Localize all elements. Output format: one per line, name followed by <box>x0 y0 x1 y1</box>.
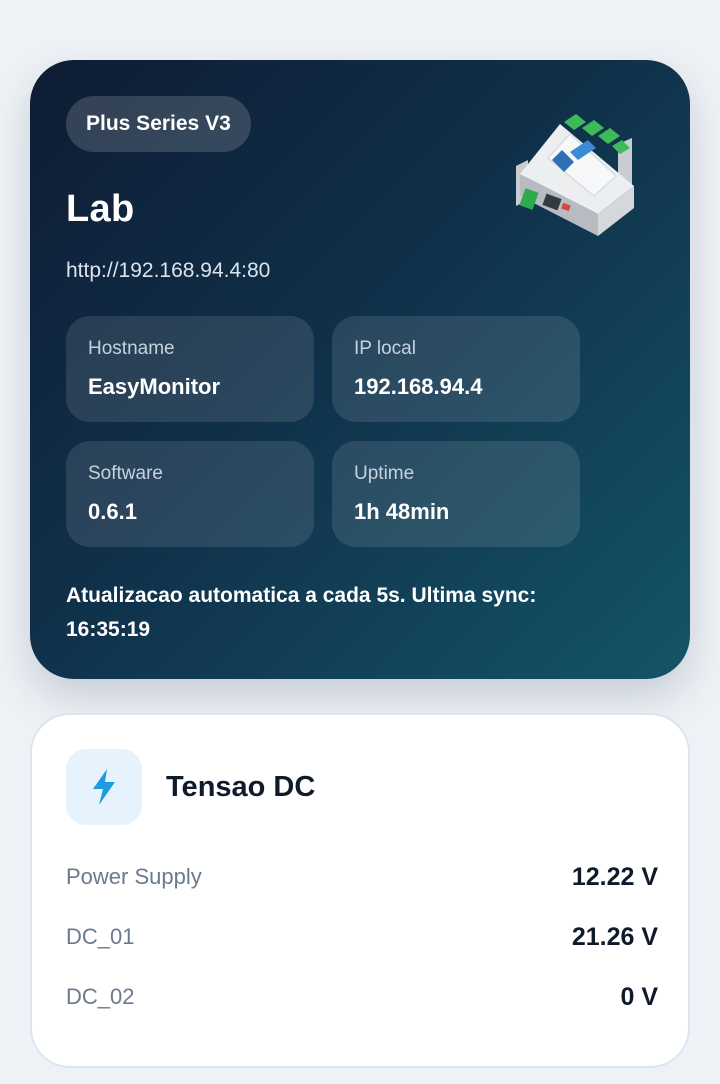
voltage-value: 0 V <box>620 982 658 1011</box>
info-label: Hostname <box>88 338 175 359</box>
info-value: 1h 48min <box>354 499 450 524</box>
device-header-card: Plus Series V3 Lab http://192.168.94.4:8… <box>30 60 690 679</box>
voltage-row-dc-01: DC_01 21.26 V <box>66 907 658 967</box>
voltage-list: Power Supply 12.22 V DC_01 21.26 V DC_02… <box>66 847 658 1027</box>
info-value: EasyMonitor <box>88 374 221 399</box>
voltage-icon-container <box>66 749 142 825</box>
device-url[interactable]: http://192.168.94.4:80 <box>66 259 270 283</box>
voltage-value: 12.22 V <box>571 862 658 891</box>
series-badge: Plus Series V3 <box>66 96 251 152</box>
sync-status-text: Atualizacao automatica a cada 5s. Ultima… <box>66 584 537 641</box>
voltage-label: DC_01 <box>66 924 135 949</box>
info-label: IP local <box>354 338 416 359</box>
lightning-bolt-icon <box>93 769 115 805</box>
dc-voltage-card: Tensao DC Power Supply 12.22 V DC_01 21.… <box>30 713 690 1068</box>
info-tile-software: Software 0.6.1 <box>66 441 314 547</box>
device-info-grid: Hostname EasyMonitor IP local 192.168.94… <box>66 316 580 547</box>
device-module-icon <box>516 114 634 236</box>
info-label: Software <box>88 463 163 484</box>
info-value: 192.168.94.4 <box>354 374 483 399</box>
device-name: Lab <box>66 188 135 230</box>
info-tile-uptime: Uptime 1h 48min <box>332 441 580 547</box>
info-label: Uptime <box>354 463 415 484</box>
info-tile-hostname: Hostname EasyMonitor <box>66 316 314 422</box>
info-tile-ip-local: IP local 192.168.94.4 <box>332 316 580 422</box>
voltage-label: DC_02 <box>66 984 135 1009</box>
voltage-label: Power Supply <box>66 864 202 889</box>
voltage-row-power-supply: Power Supply 12.22 V <box>66 847 658 907</box>
card-title: Tensao DC <box>166 771 316 803</box>
voltage-row-dc-02: DC_02 0 V <box>66 967 658 1027</box>
voltage-value: 21.26 V <box>571 922 658 951</box>
info-value: 0.6.1 <box>88 499 137 524</box>
